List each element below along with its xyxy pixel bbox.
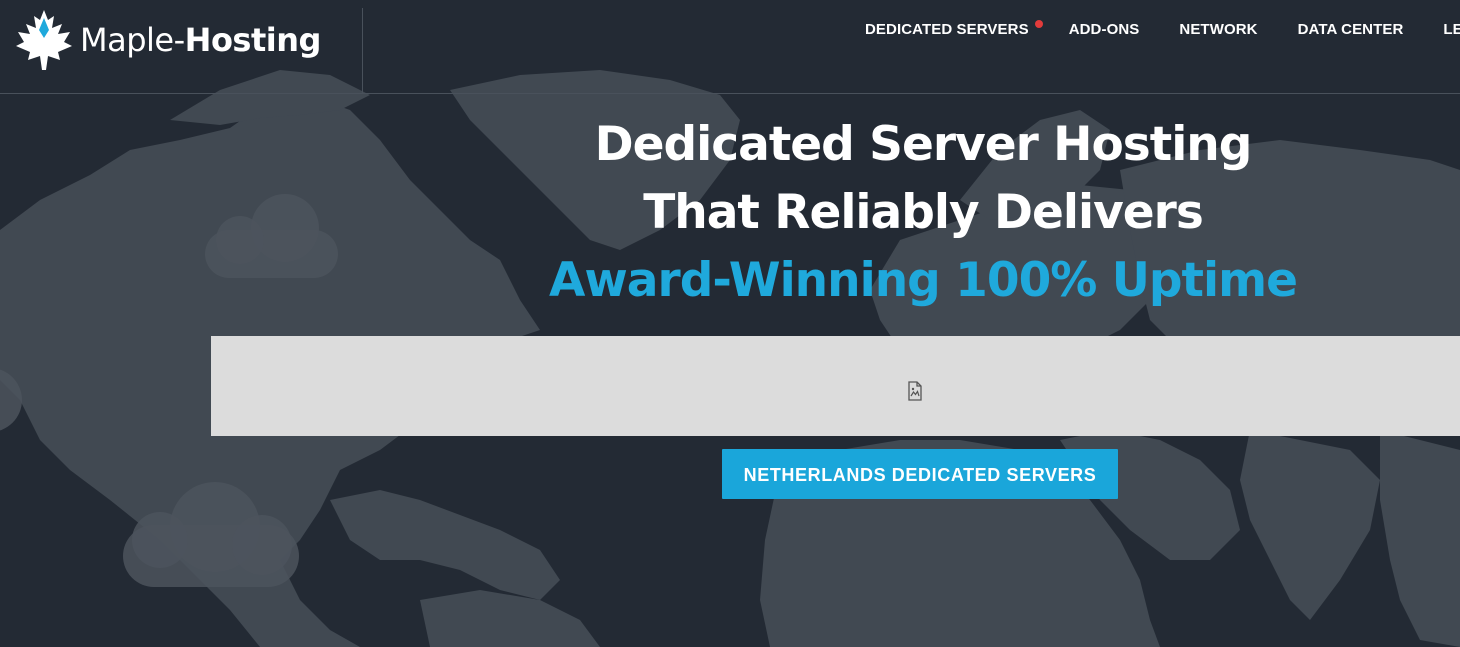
nav-item-add-ons[interactable]: ADD-ONS — [1069, 21, 1140, 38]
brand-name-light: Maple- — [80, 21, 185, 59]
broken-image-icon — [908, 381, 922, 401]
page: Maple-Hosting DEDICATED SERVERS ADD-ONS … — [0, 0, 1460, 647]
hero-subheading-uptime: Award-Winning 100% Uptime — [549, 253, 1298, 308]
nav-item-data-center[interactable]: DATA CENTER — [1298, 21, 1404, 38]
nav-item-label: DEDICATED SERVERS — [865, 21, 1029, 38]
nav-item-lea[interactable]: LEA — [1443, 21, 1460, 38]
netherlands-dedicated-servers-button[interactable]: NETHERLANDS DEDICATED SERVERS — [722, 449, 1118, 499]
nav-item-label: ADD-ONS — [1068, 21, 1140, 38]
main-navigation: DEDICATED SERVERS ADD-ONS NETWORK DATA C… — [865, 20, 1460, 38]
notification-dot — [1034, 20, 1043, 28]
brand-name: Maple-Hosting — [80, 21, 321, 59]
brand-name-bold: Hosting — [184, 21, 322, 59]
nav-item-network[interactable]: NETWORK — [1179, 21, 1257, 38]
nav-item-label: DATA CENTER — [1297, 21, 1404, 38]
hero-heading-line1: Dedicated Server Hosting — [594, 117, 1253, 172]
hero-heading-line2: That Reliably Delivers — [643, 185, 1204, 240]
image-placeholder — [211, 336, 1460, 436]
site-header: Maple-Hosting DEDICATED SERVERS ADD-ONS … — [0, 0, 1460, 94]
maple-leaf-icon — [16, 10, 72, 70]
world-map-background — [0, 70, 1460, 647]
nav-item-label: NETWORK — [1179, 21, 1258, 38]
nav-item-dedicated-servers[interactable]: DEDICATED SERVERS — [865, 20, 1043, 38]
nav-item-label: LEA — [1443, 21, 1460, 38]
brand-logo[interactable]: Maple-Hosting — [14, 8, 363, 93]
